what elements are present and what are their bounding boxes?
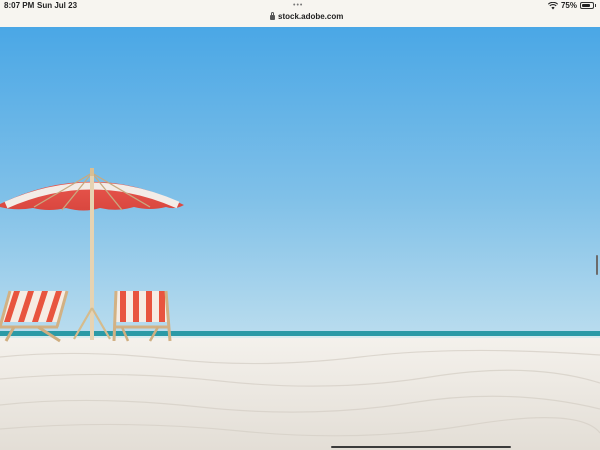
- lock-icon: [270, 11, 275, 20]
- status-date: Sun Jul 23: [37, 1, 78, 10]
- scroll-handle[interactable]: [596, 255, 598, 275]
- battery-icon: [580, 2, 596, 9]
- beach-photo: [0, 27, 600, 450]
- status-bar: 8:07 PM Sun Jul 23 ••• stock.adobe.com 7…: [0, 0, 600, 28]
- beach-scene-image: [0, 27, 600, 450]
- more-dots-icon[interactable]: •••: [293, 2, 303, 9]
- battery-percent: 75%: [560, 1, 577, 10]
- url-text[interactable]: stock.adobe.com: [278, 12, 343, 21]
- status-time: 8:07 PM: [4, 1, 35, 10]
- home-indicator[interactable]: [331, 446, 511, 448]
- address-bar[interactable]: stock.adobe.com: [270, 10, 343, 22]
- wifi-icon: [547, 1, 558, 9]
- battery-level: [582, 4, 590, 7]
- right-status-group: 75%: [547, 1, 596, 10]
- sand: [0, 338, 600, 450]
